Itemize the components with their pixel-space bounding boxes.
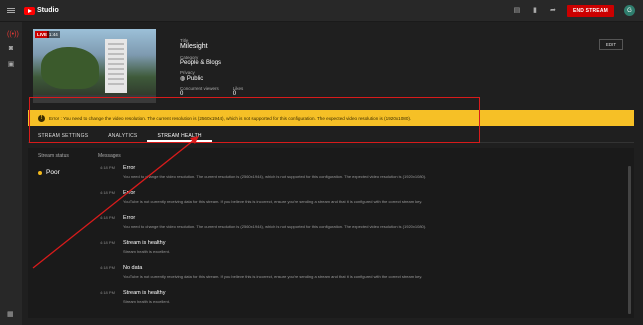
message-title: Stream is healthy bbox=[123, 290, 166, 296]
bookmark-icon[interactable]: ▮ bbox=[531, 7, 539, 15]
message-item: 4:18 PM Error You need to change the vid… bbox=[98, 165, 618, 190]
message-body: YouTube is not currently receiving data … bbox=[123, 199, 423, 204]
top-bar: Studio ▤ ▮ ➦ END STREAM G bbox=[0, 0, 643, 22]
status-dot-icon bbox=[38, 170, 42, 175]
message-body: You need to change the video resolution.… bbox=[123, 174, 427, 179]
privacy-value: ◍ Public bbox=[180, 76, 204, 82]
message-item: 4:18 PM Stream is healthy Stream health … bbox=[98, 290, 618, 315]
camera-icon[interactable]: ◙ bbox=[7, 45, 15, 53]
stream-preview[interactable]: LIVE 1:44 bbox=[33, 29, 156, 103]
message-body: You need to change the video resolution.… bbox=[123, 224, 427, 229]
youtube-logo-icon bbox=[24, 6, 35, 15]
status-text: Poor bbox=[46, 169, 60, 176]
message-time: 4:18 PM bbox=[100, 290, 115, 295]
status-column: Stream status Poor bbox=[38, 153, 88, 176]
calendar-icon[interactable]: ▣ bbox=[7, 61, 15, 69]
globe-icon: ◍ bbox=[180, 76, 187, 82]
message-time: 4:18 PM bbox=[100, 265, 115, 270]
feedback-icon[interactable]: ▦ bbox=[7, 310, 15, 318]
preview-building bbox=[105, 39, 127, 93]
elapsed-time: 1:44 bbox=[47, 31, 60, 38]
messages-label: Messages bbox=[98, 153, 121, 159]
logo-text: Studio bbox=[37, 7, 59, 14]
top-actions: ▤ ▮ ➦ END STREAM G bbox=[513, 4, 643, 17]
message-item: 4:18 PM No data YouTube is not currently… bbox=[98, 265, 618, 290]
studio-live-dashboard: Studio ▤ ▮ ➦ END STREAM G ((•)) ◙ ▣ ▦ LI… bbox=[0, 0, 643, 325]
avatar[interactable]: G bbox=[624, 5, 635, 16]
message-body: YouTube is not currently receiving data … bbox=[123, 274, 423, 279]
message-item: 4:18 PM Error You need to change the vid… bbox=[98, 215, 618, 240]
message-title: No data bbox=[123, 265, 143, 271]
message-title: Stream is healthy bbox=[123, 240, 166, 246]
viewers-label: Concurrent viewers bbox=[180, 86, 219, 91]
message-title: Error bbox=[123, 165, 136, 171]
category-value: People & Blogs bbox=[180, 60, 222, 66]
menu-icon[interactable] bbox=[0, 0, 22, 22]
end-stream-button[interactable]: END STREAM bbox=[566, 4, 614, 17]
edit-button[interactable]: EDIT bbox=[599, 39, 623, 50]
messages-scrollbar[interactable] bbox=[628, 166, 631, 314]
message-body: Stream health is excellent. bbox=[123, 299, 170, 304]
chat-icon[interactable]: ▤ bbox=[513, 7, 521, 15]
message-title: Error bbox=[123, 190, 136, 196]
preview-tree bbox=[41, 47, 99, 89]
message-time: 4:18 PM bbox=[100, 190, 115, 195]
message-time: 4:18 PM bbox=[100, 240, 115, 245]
studio-logo[interactable]: Studio bbox=[24, 6, 59, 15]
message-item: 4:18 PM Error YouTube is not currently r… bbox=[98, 190, 618, 215]
sidebar: ((•)) ◙ ▣ bbox=[0, 22, 22, 325]
message-time: 4:18 PM bbox=[100, 165, 115, 170]
stream-details: Title Milesight Category People & Blogs … bbox=[180, 38, 380, 101]
stream-health-panel: Stream status Poor Messages 4:18 PM Erro… bbox=[28, 148, 634, 318]
share-icon[interactable]: ➦ bbox=[549, 7, 557, 15]
live-stream-icon[interactable]: ((•)) bbox=[7, 31, 19, 39]
stream-title: Milesight bbox=[180, 43, 208, 50]
annotation-highlight-box bbox=[29, 97, 480, 143]
message-time: 4:18 PM bbox=[100, 215, 115, 220]
status-value: Poor bbox=[38, 169, 88, 176]
status-label: Stream status bbox=[38, 153, 69, 159]
message-title: Error bbox=[123, 215, 136, 221]
message-item: 4:18 PM Stream is healthy Stream health … bbox=[98, 240, 618, 265]
message-body: Stream health is excellent. bbox=[123, 249, 170, 254]
messages-column: Messages 4:18 PM Error You need to chang… bbox=[98, 153, 618, 315]
